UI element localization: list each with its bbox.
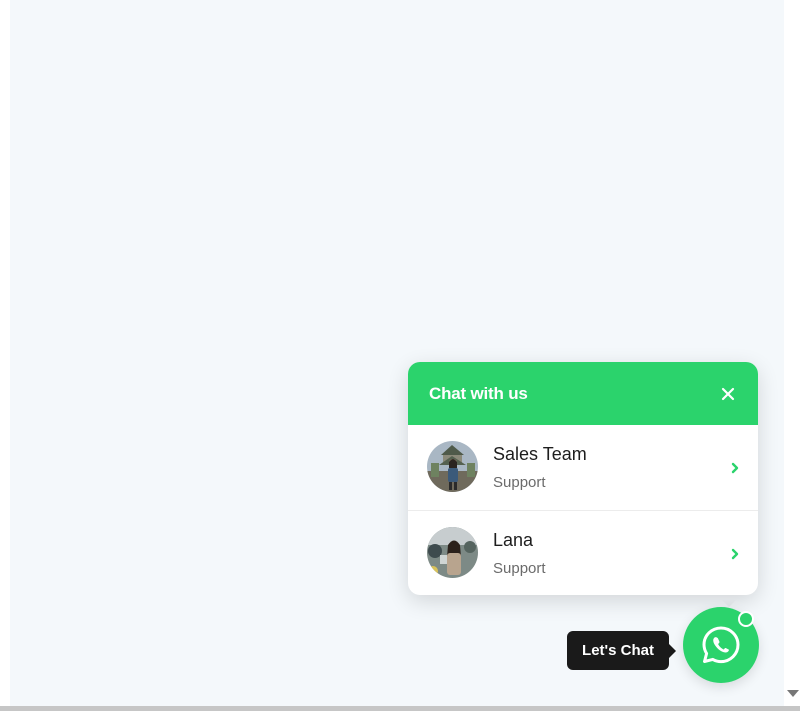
panel-pointer	[722, 600, 736, 607]
chat-title: Chat with us	[429, 384, 528, 403]
scroll-down-arrow-icon[interactable]	[787, 690, 799, 697]
vertical-scrollbar[interactable]	[784, 0, 800, 706]
agent-role: Support	[493, 474, 546, 491]
agent-role: Support	[493, 560, 546, 577]
online-status-indicator	[738, 611, 754, 627]
horizontal-scrollbar[interactable]	[0, 706, 800, 711]
chat-panel: Chat with us Sales Team Support Lana Sup…	[408, 362, 758, 595]
lets-chat-tooltip: Let's Chat	[567, 631, 676, 670]
avatar	[427, 441, 478, 492]
page-background	[10, 0, 784, 706]
chevron-right-icon	[731, 548, 739, 560]
chevron-right-icon	[731, 462, 739, 474]
avatar	[427, 527, 478, 578]
chat-header: Chat with us	[408, 362, 758, 425]
agent-name: Lana	[493, 530, 534, 550]
agent-row-lana[interactable]: Lana Support	[408, 510, 758, 595]
close-icon	[721, 387, 735, 401]
agent-row-sales-team[interactable]: Sales Team Support	[408, 425, 758, 510]
whatsapp-icon	[702, 626, 740, 664]
agent-name: Sales Team	[493, 444, 587, 464]
close-button[interactable]	[718, 384, 738, 404]
